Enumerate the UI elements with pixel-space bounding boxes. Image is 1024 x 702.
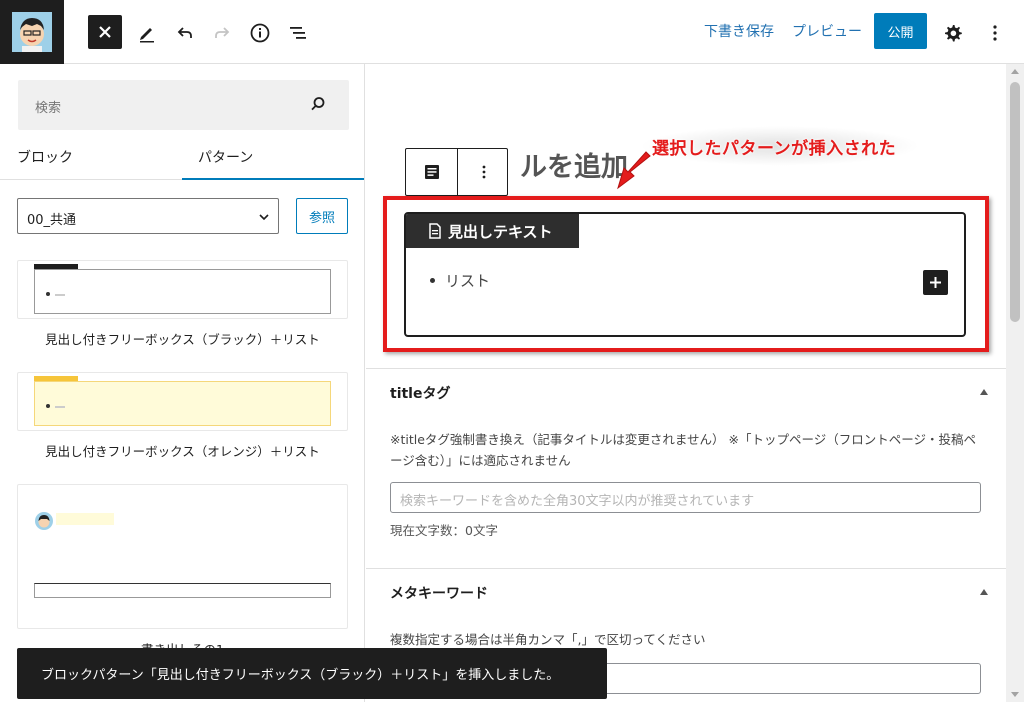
redo-button[interactable] bbox=[205, 16, 239, 50]
meta-keywords-heading: メタキーワード bbox=[390, 586, 488, 602]
annotation-arrow-icon bbox=[617, 151, 651, 190]
scroll-down-arrow[interactable] bbox=[1011, 692, 1019, 697]
undo-icon bbox=[177, 27, 192, 38]
title-tag-metabox: titleタグ ※titleタグ強制書き換え（記事タイトルは変更されません） ※… bbox=[366, 368, 1006, 568]
post-title[interactable]: ルを追加 bbox=[520, 145, 628, 184]
search-icon bbox=[311, 97, 325, 111]
pattern-preview-orange[interactable] bbox=[17, 372, 348, 431]
thumbnail-text bbox=[55, 406, 65, 408]
meta-keywords-description: 複数指定する場合は半角カンマ「,」で区切ってください bbox=[390, 632, 706, 647]
pattern-thumbnail bbox=[34, 376, 331, 426]
editor-scrollbar[interactable] bbox=[1006, 64, 1024, 702]
site-icon-button[interactable] bbox=[0, 0, 64, 64]
editor-header: 下書き保存 プレビュー 公開 bbox=[0, 0, 1024, 64]
tools-button[interactable] bbox=[130, 16, 164, 50]
redo-icon bbox=[215, 27, 230, 38]
document-block-icon bbox=[424, 165, 439, 179]
block-toolbar bbox=[405, 148, 508, 196]
thumbnail-text bbox=[55, 294, 65, 296]
avatar-icon bbox=[35, 512, 53, 530]
more-vertical-icon bbox=[482, 165, 485, 179]
freebox-heading-text: 見出しテキスト bbox=[448, 222, 553, 241]
tab-blocks[interactable]: ブロック bbox=[17, 147, 73, 167]
scroll-up-arrow[interactable] bbox=[1011, 69, 1019, 74]
snackbar-notice: ブロックパターン「見出し付きフリーボックス（ブラック）＋リスト」を挿入しました。 bbox=[17, 648, 607, 699]
scroll-thumb[interactable] bbox=[1010, 82, 1020, 322]
collapse-caret-icon[interactable] bbox=[980, 389, 988, 395]
browse-patterns-button[interactable]: 参照 bbox=[296, 198, 348, 234]
publish-button[interactable]: 公開 bbox=[874, 13, 927, 49]
document-icon bbox=[429, 223, 441, 239]
toggle-inserter-close-button[interactable] bbox=[88, 15, 122, 49]
annotation-text: 選択したパターンが挿入された bbox=[652, 139, 897, 159]
avatar-icon bbox=[12, 12, 52, 52]
block-inserter-panel: 検索 ブロック パターン 00_共通 参照 見出し付きフリーボックス（ブラック）… bbox=[0, 64, 365, 702]
close-icon bbox=[99, 26, 111, 38]
gear-icon bbox=[945, 25, 962, 42]
pattern-label-orange[interactable]: 見出し付きフリーボックス（オレンジ）＋リスト bbox=[17, 441, 348, 460]
list-item-text: リスト bbox=[445, 272, 491, 290]
title-tag-placeholder: 検索キーワードを含めた全角30文字以内が推奨されています bbox=[400, 494, 755, 509]
snackbar-message: ブロックパターン「見出し付きフリーボックス（ブラック）＋リスト」を挿入しました。 bbox=[41, 668, 560, 683]
more-vertical-icon bbox=[993, 25, 997, 41]
active-tab-indicator bbox=[182, 178, 364, 180]
speech-bubble bbox=[56, 513, 114, 525]
save-draft-button[interactable]: 下書き保存 bbox=[704, 21, 774, 41]
freebox-heading[interactable]: 見出しテキスト bbox=[406, 214, 579, 248]
list-item[interactable]: リスト bbox=[430, 270, 490, 291]
search-input[interactable]: 検索 bbox=[18, 80, 349, 130]
pattern-thumbnail-box bbox=[34, 583, 331, 598]
options-menu-button[interactable] bbox=[978, 16, 1012, 50]
title-tag-heading: titleタグ bbox=[390, 386, 451, 402]
pattern-preview-intro[interactable] bbox=[17, 484, 348, 629]
title-tag-input[interactable]: 検索キーワードを含めた全角30文字以内が推奨されています bbox=[390, 482, 981, 513]
pencil-icon bbox=[140, 28, 154, 43]
inserted-freebox-block[interactable]: 見出しテキスト リスト bbox=[404, 212, 966, 337]
plus-icon bbox=[930, 277, 941, 288]
chevron-down-icon bbox=[259, 214, 269, 221]
title-tag-description: ※titleタグ強制書き換え（記事タイトルは変更されません） ※「トップページ（… bbox=[390, 432, 976, 468]
pattern-thumbnail bbox=[34, 264, 331, 314]
collapse-caret-icon[interactable] bbox=[980, 589, 988, 595]
undo-button[interactable] bbox=[168, 16, 202, 50]
character-count: 現在文字数：0文字 bbox=[390, 523, 498, 538]
search-placeholder: 検索 bbox=[35, 101, 62, 116]
thumbnail-bullet bbox=[46, 292, 50, 296]
pattern-category-select[interactable]: 00_共通 bbox=[17, 198, 279, 234]
tab-patterns[interactable]: パターン bbox=[198, 147, 253, 167]
block-type-button[interactable] bbox=[406, 149, 457, 195]
pattern-preview-black[interactable] bbox=[17, 260, 348, 319]
thumbnail-heading bbox=[34, 264, 78, 269]
info-icon bbox=[250, 23, 270, 43]
list-view-icon bbox=[290, 27, 306, 39]
block-options-button[interactable] bbox=[458, 149, 509, 195]
pattern-label-black[interactable]: 見出し付きフリーボックス（ブラック）＋リスト bbox=[17, 329, 348, 348]
settings-button[interactable] bbox=[936, 16, 970, 50]
thumbnail-heading bbox=[34, 376, 78, 381]
pattern-category-value: 00_共通 bbox=[27, 213, 77, 228]
details-button[interactable] bbox=[243, 16, 277, 50]
list-view-button[interactable] bbox=[281, 16, 315, 50]
inserter-tabs: ブロック パターン bbox=[0, 138, 364, 180]
preview-button[interactable]: プレビュー bbox=[792, 21, 862, 41]
add-block-button[interactable] bbox=[923, 270, 948, 295]
thumbnail-bullet bbox=[46, 404, 50, 408]
